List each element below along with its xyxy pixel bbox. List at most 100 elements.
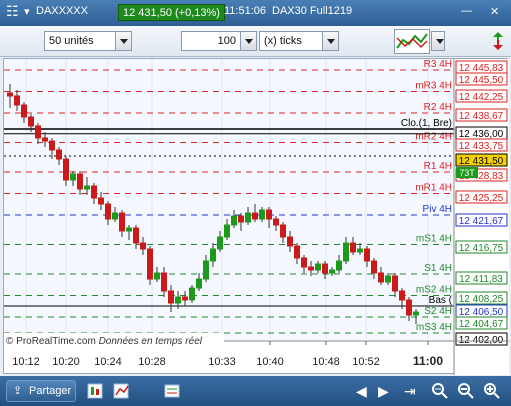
scroll-left-icon[interactable]: ◀: [356, 381, 376, 401]
candle-body: [287, 236, 293, 247]
candle-body: [245, 212, 251, 223]
level-label: mR2 4H: [415, 132, 452, 143]
x-tick-label: 10:33: [208, 356, 236, 368]
candle-body: [7, 92, 13, 97]
indicator-chart-icon[interactable]: [394, 29, 430, 54]
candle-body: [203, 260, 209, 280]
candle-body: [49, 140, 55, 151]
candle-body: [189, 287, 195, 301]
chevron-down-icon[interactable]: [431, 31, 445, 51]
y-tick-label: 12 416,75: [459, 243, 504, 254]
watermark-realtime: Données en temps réel: [99, 336, 203, 347]
candle-body: [56, 149, 62, 160]
candle-body: [112, 212, 118, 220]
x-tick-label: 11:00: [413, 354, 443, 368]
watermark-text: © ProRealTime.com Données en temps réel: [6, 336, 203, 347]
candle-body: [266, 209, 272, 220]
candle-body: [231, 215, 237, 226]
zoom-in-icon[interactable]: [482, 381, 502, 401]
candle-body: [77, 173, 83, 190]
candle-body: [147, 248, 153, 280]
level-label: mS2 4H: [416, 285, 452, 296]
title-bar: ☷ ▾ DAXXXXX 12 431,50 (+0,13%) 11:51:06 …: [0, 0, 511, 26]
units-select-value: 50 unités: [49, 35, 94, 47]
candle-body: [294, 245, 300, 259]
candle-body: [161, 272, 167, 292]
watermark-copyright: © ProRealTime.com: [6, 336, 99, 347]
candle-body: [28, 116, 34, 127]
candle-body: [371, 260, 377, 274]
candle-body: [343, 242, 349, 262]
chevron-down-icon[interactable]: [322, 32, 338, 50]
indicator-add-icon[interactable]: [112, 381, 132, 401]
chart-settings-icon[interactable]: [86, 381, 106, 401]
instrument-name: DAX30 Full1219: [272, 5, 353, 17]
candle-body: [70, 173, 76, 181]
candle-body: [14, 95, 20, 106]
y-tick-label: 12 411,83: [459, 274, 503, 285]
scroll-end-icon[interactable]: ⇥: [404, 381, 424, 401]
ticks-select[interactable]: (x) ticks: [259, 31, 339, 51]
zoom-fit-icon[interactable]: [430, 381, 450, 401]
chevron-down-icon[interactable]: [115, 32, 131, 50]
candle-body: [42, 137, 48, 142]
candle-body: [224, 224, 230, 238]
level-label: mR1 4H: [415, 183, 452, 194]
x-tick-label: 10:48: [312, 356, 340, 368]
candle-body: [168, 290, 174, 304]
x-tick-label: 10:52: [352, 356, 380, 368]
price-chart[interactable]: R3 4H mR3 4H R2 4H Clo.(1, Bre) mR2 4H R1 4H m…: [3, 58, 509, 375]
candle-body: [119, 212, 125, 232]
symbol-label[interactable]: DAXXXXX: [36, 5, 88, 17]
plot-area: [4, 59, 454, 341]
app-menu-icon[interactable]: ☷: [6, 3, 19, 20]
zoom-out-icon[interactable]: [456, 381, 476, 401]
candle-body: [336, 260, 342, 271]
share-label: Partager: [29, 385, 72, 397]
candle-body: [210, 248, 216, 262]
y-tick-label: 12 445,83: [459, 63, 504, 74]
chevron-down-icon[interactable]: [240, 32, 256, 50]
share-button[interactable]: ⇪ Partager: [6, 380, 76, 402]
y-tick-label: 12 436,00: [459, 129, 504, 140]
candle-body: [98, 197, 104, 205]
chart-toolbar: 50 unités 100 (x) ticks: [0, 26, 511, 57]
dropdown-arrow-icon[interactable]: ▾: [24, 5, 30, 18]
level-label: R2 4H: [424, 102, 452, 113]
quantity-input[interactable]: 100: [181, 31, 257, 51]
y-tick-label: 12 442,25: [459, 92, 504, 103]
y-tick-label: 12 425,25: [459, 193, 504, 204]
x-tick-label: 10:40: [256, 356, 284, 368]
x-tick-label: 10:12: [12, 356, 40, 368]
close-icon[interactable]: ✕: [490, 5, 499, 18]
sync-arrows-icon[interactable]: [489, 30, 507, 52]
candle-body: [350, 242, 356, 253]
candle-body: [364, 248, 370, 262]
candle-body: [182, 296, 188, 301]
level-label: Bas (: [429, 295, 453, 306]
price-badge: 12 431,50 (+0,13%): [118, 4, 225, 21]
candle-body: [63, 158, 69, 181]
candle-body: [378, 272, 384, 283]
candle-body: [35, 125, 41, 139]
candle-body: [273, 218, 279, 226]
candlestick-chart[interactable]: R3 4H mR3 4H R2 4H Clo.(1, Bre) mR2 4H R1 4H m…: [4, 59, 509, 375]
candle-body: [91, 185, 97, 199]
clock-time: 11:51:06: [224, 5, 267, 17]
candle-body: [133, 227, 139, 244]
candle-body: [315, 263, 321, 271]
drawing-tools-icon[interactable]: [162, 381, 182, 401]
y-tick-label: 12 406,50: [459, 307, 504, 318]
y-tick-label: 12 445,50: [459, 75, 504, 86]
units-select[interactable]: 50 unités: [44, 31, 132, 51]
candle-body: [301, 257, 307, 268]
share-icon: ⇪: [13, 385, 23, 397]
y-tick-label: 12 433,75: [459, 141, 504, 152]
candle-body: [413, 311, 419, 316]
minimize-icon[interactable]: —: [461, 5, 472, 17]
candle-body: [399, 290, 405, 301]
y-tick-label: 12 404,67: [459, 319, 504, 330]
x-tick-label: 10:28: [138, 356, 166, 368]
scroll-right-icon[interactable]: ▶: [378, 381, 398, 401]
bottom-toolbar: ⇪ Partager ◀ ▶ ⇥: [0, 376, 511, 406]
